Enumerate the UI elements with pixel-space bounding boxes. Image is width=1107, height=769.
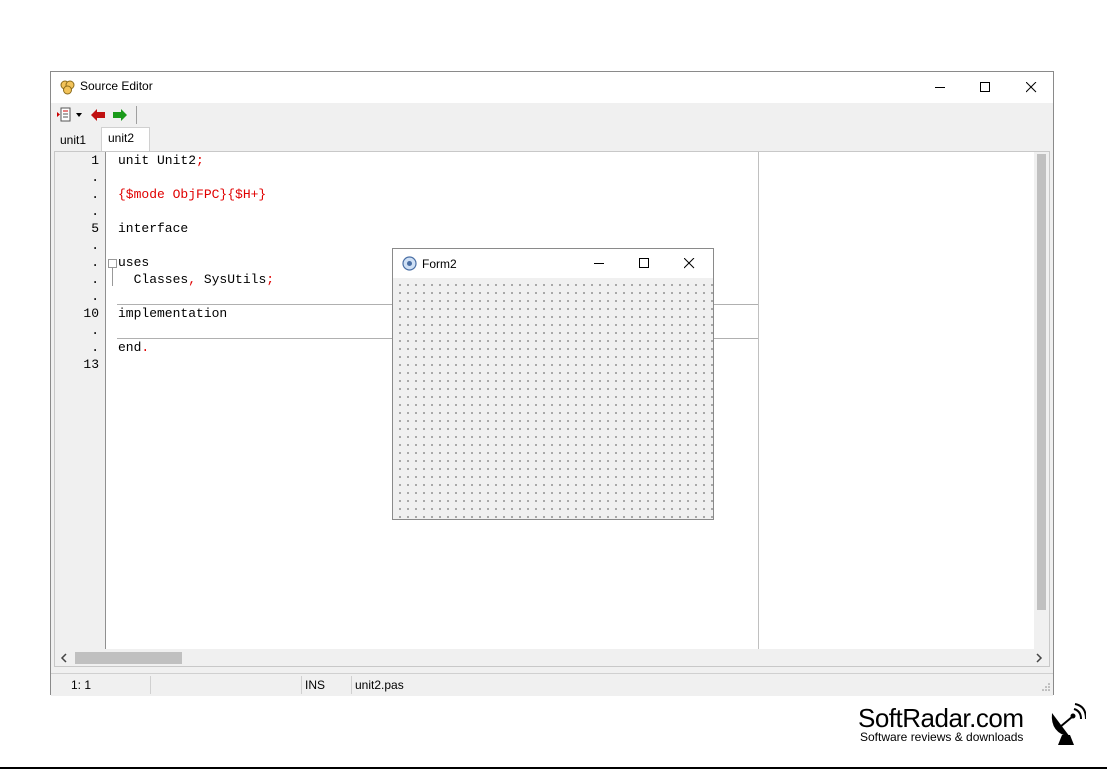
minimize-icon <box>594 263 604 264</box>
resize-grip-icon[interactable] <box>1041 682 1051 692</box>
list-dropdown-button[interactable] <box>55 106 85 124</box>
code-line-10: implementation <box>118 306 228 321</box>
insert-mode: INS <box>305 678 326 692</box>
satellite-dish-icon <box>1051 703 1086 745</box>
form-design-grid[interactable] <box>393 278 713 519</box>
line-number: 5 <box>91 221 99 236</box>
toolbar <box>51 103 1053 127</box>
status-separator <box>301 676 302 694</box>
forward-button[interactable] <box>111 106 129 124</box>
code-line-5: interface <box>118 221 189 236</box>
form2-close-button[interactable] <box>667 249 712 278</box>
line-number: . <box>91 272 99 287</box>
toolbar-separator <box>136 106 137 124</box>
scroll-right-icon[interactable] <box>1035 653 1043 663</box>
code-line-12: end. <box>118 340 150 355</box>
horizontal-scrollbar[interactable] <box>55 649 1049 666</box>
back-button[interactable] <box>89 106 107 124</box>
vertical-scrollbar[interactable] <box>1034 152 1049 649</box>
line-number: . <box>91 170 99 185</box>
line-number-gutter: 1 . . . 5 . . . . 10 . . 13 <box>55 152 106 649</box>
line-number: 1 <box>91 153 99 168</box>
line-number: . <box>91 187 99 202</box>
lazarus-icon <box>60 80 75 95</box>
status-separator <box>150 676 151 694</box>
line-number: . <box>91 238 99 253</box>
line-number: . <box>91 289 99 304</box>
maximize-icon <box>979 82 990 92</box>
line-number: 10 <box>83 306 99 321</box>
cursor-position: 1: 1 <box>71 678 92 692</box>
file-name: unit2.pas <box>355 678 404 692</box>
right-margin-line <box>758 152 759 649</box>
form-gear-icon <box>402 256 417 271</box>
close-button[interactable] <box>1008 72 1054 103</box>
code-line-7: uses <box>118 255 150 270</box>
line-number: 13 <box>83 357 99 372</box>
form2-window: Form2 <box>392 248 714 520</box>
list-dropdown-icon <box>57 107 82 122</box>
minimize-icon <box>934 87 945 88</box>
form2-title: Form2 <box>422 257 457 271</box>
code-line-3: {$mode ObjFPC}{$H+} <box>118 187 267 202</box>
softradar-watermark: SoftRadar.com Software reviews & downloa… <box>858 703 1098 753</box>
close-icon <box>1025 82 1036 93</box>
horizontal-scroll-thumb[interactable] <box>75 652 182 664</box>
fold-toggle[interactable] <box>108 259 117 268</box>
fold-line <box>112 268 113 286</box>
tab-bar: unit1 unit2 <box>51 127 1053 151</box>
status-bar: 1: 1 INS unit2.pas <box>51 673 1053 696</box>
code-line-1: unit Unit2; <box>118 153 204 168</box>
window-title: Source Editor <box>80 79 153 93</box>
tab-unit2[interactable]: unit2 <box>101 127 150 151</box>
line-number: . <box>91 255 99 270</box>
forward-arrow-icon <box>113 109 127 121</box>
watermark-tagline: Software reviews & downloads <box>860 730 1024 744</box>
code-line-8: Classes, SysUtils; <box>118 272 275 287</box>
maximize-button[interactable] <box>962 72 1008 103</box>
minimize-button[interactable] <box>917 72 963 103</box>
form2-titlebar[interactable]: Form2 <box>393 249 713 278</box>
scroll-left-icon[interactable] <box>60 653 68 663</box>
line-number: . <box>91 323 99 338</box>
back-arrow-icon <box>91 109 105 121</box>
vertical-scroll-thumb[interactable] <box>1037 154 1046 610</box>
line-number: . <box>91 204 99 219</box>
line-number: . <box>91 340 99 355</box>
close-icon <box>684 258 695 269</box>
form2-minimize-button[interactable] <box>577 249 622 278</box>
form2-maximize-button[interactable] <box>622 249 667 278</box>
maximize-icon <box>639 258 649 268</box>
tab-unit1[interactable]: unit1 <box>54 131 93 150</box>
titlebar[interactable]: Source Editor <box>51 72 1053 103</box>
status-separator <box>351 676 352 694</box>
